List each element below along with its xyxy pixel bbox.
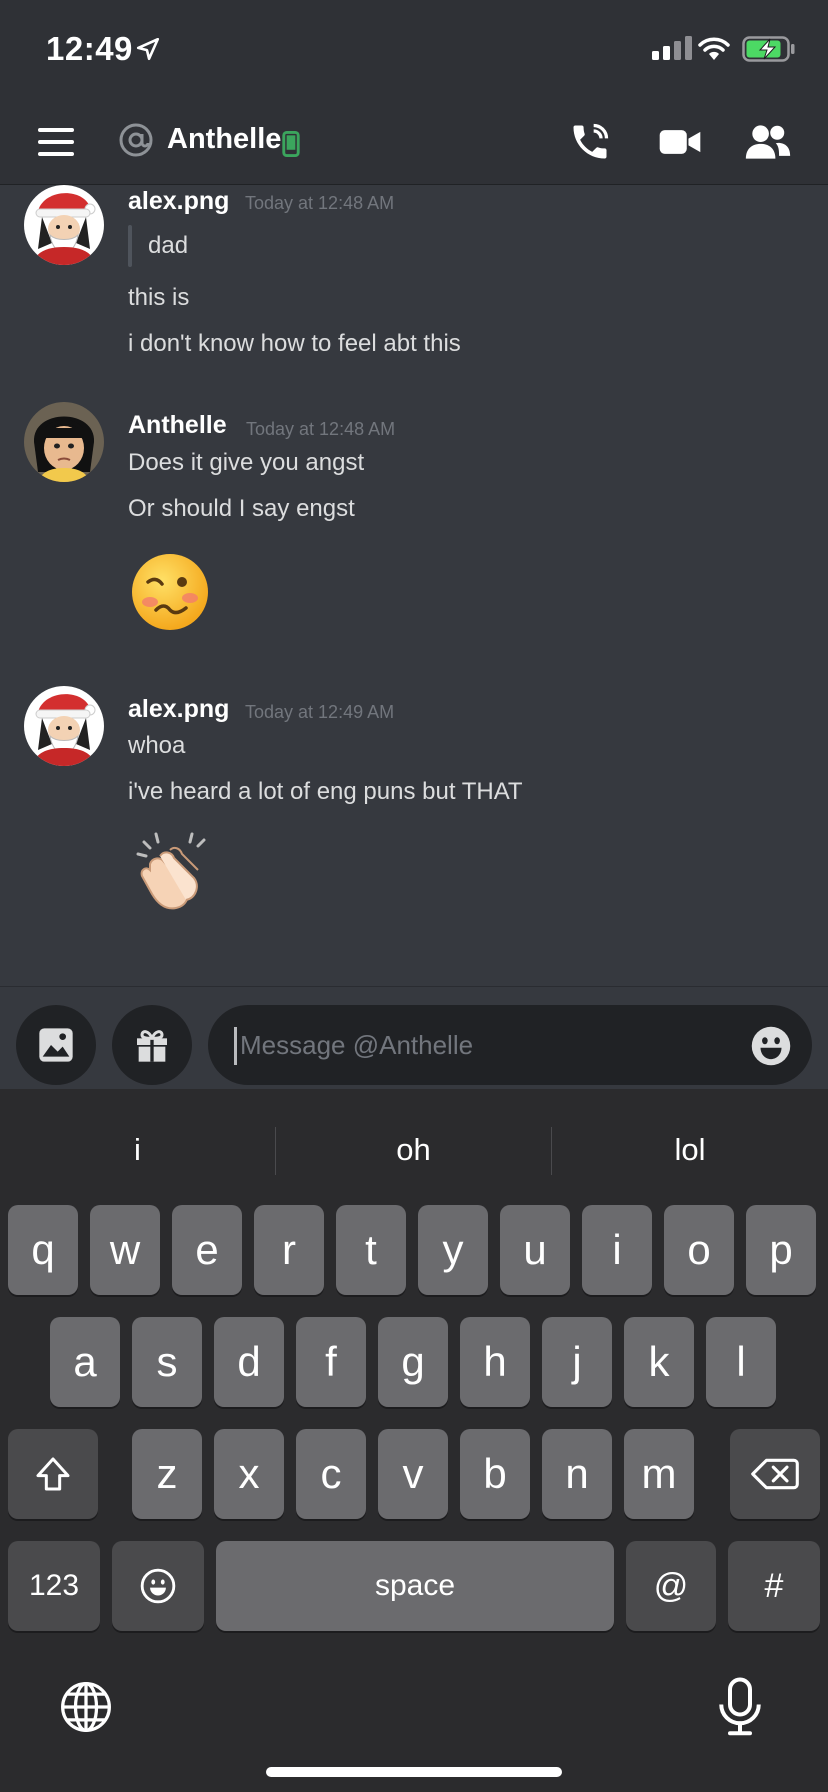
key-f[interactable]: f xyxy=(296,1317,366,1407)
members-icon[interactable] xyxy=(744,120,792,164)
gift-icon xyxy=(137,1030,167,1062)
woozy-face-emoji xyxy=(132,554,208,630)
mobile-status-icon xyxy=(282,131,300,157)
message-text: i've heard a lot of eng puns but THAT xyxy=(128,778,523,805)
key-v[interactable]: v xyxy=(378,1429,448,1519)
key-a[interactable]: a xyxy=(50,1317,120,1407)
message-text: this is xyxy=(128,284,190,311)
key-b[interactable]: b xyxy=(460,1429,530,1519)
clapping-hands-emoji xyxy=(136,832,206,910)
key-r[interactable]: r xyxy=(254,1205,324,1295)
message-text: Does it give you angst xyxy=(128,449,365,476)
message-composer: Message @Anthelle xyxy=(0,986,828,1089)
suggestion-1[interactable]: i xyxy=(0,1089,275,1211)
avatar[interactable] xyxy=(24,402,104,482)
key-o[interactable]: o xyxy=(664,1205,734,1295)
shift-icon xyxy=(36,1457,70,1491)
key-p[interactable]: p xyxy=(746,1205,816,1295)
hash-key[interactable]: # xyxy=(728,1541,820,1631)
message-timestamp: Today at 12:49 AM xyxy=(245,702,395,722)
message-author[interactable]: alex.png xyxy=(128,187,229,216)
message-author[interactable]: Anthelle xyxy=(128,411,227,440)
backspace-key[interactable] xyxy=(730,1429,820,1519)
message-timestamp: Today at 12:48 AM xyxy=(246,419,396,439)
text-caret xyxy=(234,1027,237,1065)
dm-header: Anthelle xyxy=(0,100,828,185)
key-s[interactable]: s xyxy=(132,1317,202,1407)
image-button[interactable] xyxy=(16,1005,96,1085)
key-h[interactable]: h xyxy=(460,1317,530,1407)
keyboard: i oh lol q w e r t y u i o p a s d f g h… xyxy=(0,1089,828,1792)
signal-icon xyxy=(652,36,692,60)
numbers-key[interactable]: 123 xyxy=(8,1541,100,1631)
key-k[interactable]: k xyxy=(624,1317,694,1407)
video-icon[interactable] xyxy=(658,124,702,160)
wifi-icon xyxy=(698,37,730,60)
message-text: whoa xyxy=(128,732,186,759)
globe-icon[interactable] xyxy=(58,1679,114,1735)
message-list: alex.png Today at 12:48 AM dad this is i… xyxy=(0,185,828,985)
message-input-placeholder: Message @Anthelle xyxy=(240,1030,474,1060)
key-u[interactable]: u xyxy=(500,1205,570,1295)
key-n[interactable]: n xyxy=(542,1429,612,1519)
suggestion-3[interactable]: lol xyxy=(552,1089,828,1211)
avatar[interactable] xyxy=(24,185,104,265)
quote-bar xyxy=(128,225,132,267)
dm-recipient-name[interactable]: Anthelle xyxy=(167,123,281,156)
call-icon[interactable] xyxy=(568,120,612,164)
emoji-key[interactable] xyxy=(112,1541,204,1631)
key-c[interactable]: c xyxy=(296,1429,366,1519)
home-indicator[interactable] xyxy=(266,1767,562,1777)
key-t[interactable]: t xyxy=(336,1205,406,1295)
space-key[interactable]: space xyxy=(216,1541,614,1631)
key-l[interactable]: l xyxy=(706,1317,776,1407)
image-icon xyxy=(39,1028,73,1062)
avatar[interactable] xyxy=(24,686,104,766)
emoji-icon[interactable] xyxy=(750,1025,792,1067)
message-quote: dad xyxy=(148,232,189,259)
message-author[interactable]: alex.png xyxy=(128,695,229,724)
message-timestamp: Today at 12:48 AM xyxy=(245,193,395,213)
key-w[interactable]: w xyxy=(90,1205,160,1295)
message-input[interactable]: Message @Anthelle xyxy=(208,1005,812,1085)
key-z[interactable]: z xyxy=(132,1429,202,1519)
shift-key[interactable] xyxy=(8,1429,98,1519)
at-icon xyxy=(119,123,153,157)
status-time: 12:49 xyxy=(46,30,133,67)
battery-icon xyxy=(742,36,795,62)
key-m[interactable]: m xyxy=(624,1429,694,1519)
key-g[interactable]: g xyxy=(378,1317,448,1407)
key-q[interactable]: q xyxy=(8,1205,78,1295)
hamburger-icon[interactable] xyxy=(38,128,74,156)
message-text: Or should I say engst xyxy=(128,495,355,522)
key-y[interactable]: y xyxy=(418,1205,488,1295)
location-arrow-icon xyxy=(136,37,160,61)
backspace-icon xyxy=(751,1458,799,1490)
at-key[interactable]: @ xyxy=(626,1541,716,1631)
suggestion-2[interactable]: oh xyxy=(276,1089,551,1211)
key-x[interactable]: x xyxy=(214,1429,284,1519)
emoji-key-icon xyxy=(140,1568,176,1604)
message-text: i don't know how to feel abt this xyxy=(128,330,461,357)
microphone-icon[interactable] xyxy=(714,1677,766,1737)
key-e[interactable]: e xyxy=(172,1205,242,1295)
gift-button[interactable] xyxy=(112,1005,192,1085)
key-d[interactable]: d xyxy=(214,1317,284,1407)
key-j[interactable]: j xyxy=(542,1317,612,1407)
key-i[interactable]: i xyxy=(582,1205,652,1295)
status-bar: 12:49 xyxy=(0,0,828,100)
